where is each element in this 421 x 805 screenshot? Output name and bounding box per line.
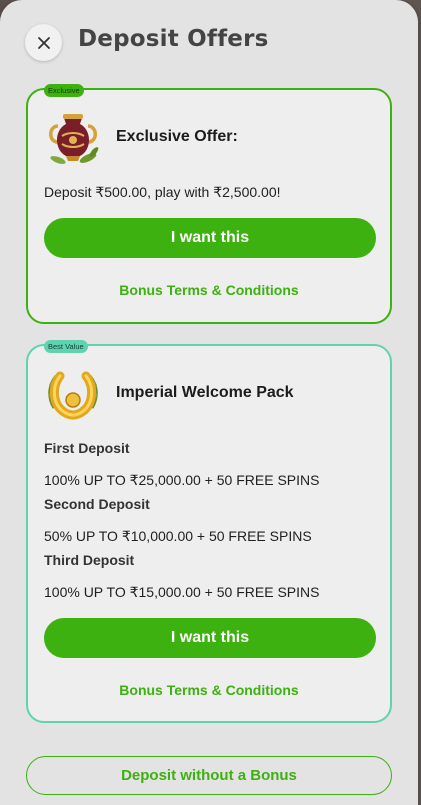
welcome-pack-card: Best Value Imperial Welcome Pack First D…	[26, 340, 392, 723]
page-title: Deposit Offers	[78, 26, 269, 52]
bonus-terms-link[interactable]: Bonus Terms & Conditions	[28, 682, 390, 698]
third-deposit-label: Third Deposit	[44, 552, 135, 568]
second-deposit-label: Second Deposit	[44, 496, 150, 512]
best-value-badge: Best Value	[44, 340, 88, 353]
offer-description: Deposit ₹500.00, play with ₹2,500.00!	[44, 184, 281, 200]
first-deposit-value: 100% UP TO ₹25,000.00 + 50 FREE SPINS	[44, 472, 320, 488]
bonus-terms-link[interactable]: Bonus Terms & Conditions	[28, 282, 390, 298]
golden-horseshoe-icon	[48, 371, 98, 420]
close-icon	[37, 36, 50, 49]
exclusive-badge: Exclusive	[44, 84, 84, 97]
second-deposit-value: 50% UP TO ₹10,000.00 + 50 FREE SPINS	[44, 528, 312, 544]
amphora-icon	[49, 114, 99, 164]
exclusive-offer-card: Exclusive Exclusive Offer: Deposit ₹500.	[26, 84, 392, 324]
i-want-this-button[interactable]: I want this	[44, 218, 376, 258]
third-deposit-value: 100% UP TO ₹15,000.00 + 50 FREE SPINS	[44, 584, 320, 600]
deposit-offers-modal: Deposit Offers Exclusive Exclusive Offer…	[0, 0, 418, 805]
offer-title: Exclusive Offer:	[116, 128, 238, 145]
offer-header: Imperial Welcome Pack	[44, 364, 294, 422]
first-deposit-label: First Deposit	[44, 440, 130, 456]
close-button[interactable]	[25, 24, 62, 61]
offer-title: Imperial Welcome Pack	[116, 384, 294, 401]
deposit-without-bonus-button[interactable]: Deposit without a Bonus	[26, 756, 392, 795]
offer-header: Exclusive Offer:	[44, 108, 238, 166]
i-want-this-button[interactable]: I want this	[44, 618, 376, 658]
